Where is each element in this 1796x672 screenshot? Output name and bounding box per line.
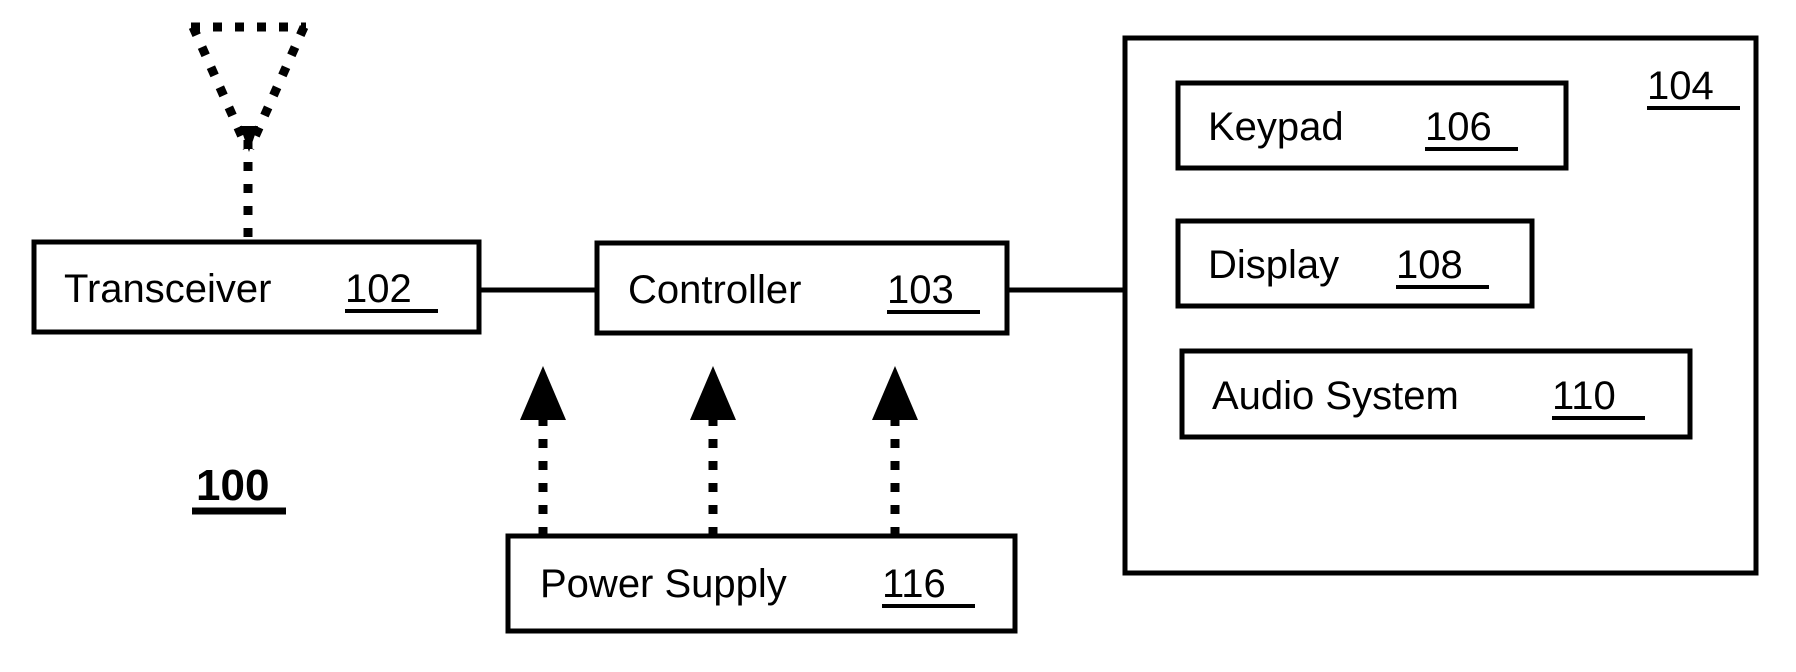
- controller-block[interactable]: Controller 103: [594, 240, 1010, 336]
- audio-system-label: Audio System: [1212, 374, 1459, 418]
- power-arrow-icon-1: [520, 366, 566, 536]
- power-arrow-icon-2: [690, 366, 736, 536]
- power-supply-ref: 116: [882, 562, 946, 606]
- transceiver-label: Transceiver: [64, 267, 271, 311]
- figure-canvas: Transceiver 102 Controller 103 104 Keypa…: [31, 22, 1759, 634]
- keypad-label: Keypad: [1208, 105, 1344, 149]
- audio-system-block[interactable]: Audio System 110: [1179, 348, 1693, 440]
- keypad-ref: 106: [1425, 105, 1492, 149]
- transceiver-ref: 102: [345, 267, 412, 311]
- power-supply-block[interactable]: Power Supply 116: [505, 533, 1018, 634]
- power-arrow-icon-3: [872, 366, 918, 536]
- controller-ref: 103: [887, 268, 954, 312]
- power-supply-label: Power Supply: [540, 562, 787, 606]
- audio-system-ref: 110: [1552, 374, 1616, 418]
- figure-number: 100: [192, 461, 286, 515]
- transceiver-block[interactable]: Transceiver 102: [31, 239, 482, 335]
- display-ref: 108: [1396, 243, 1463, 287]
- figure-number-text: 100: [196, 461, 269, 510]
- controller-label: Controller: [628, 268, 801, 312]
- antenna-icon: [188, 22, 309, 242]
- patent-figure: Transceiver 102 Controller 103 104 Keypa…: [0, 0, 1796, 672]
- keypad-block[interactable]: Keypad 106: [1175, 80, 1569, 171]
- display-label: Display: [1208, 243, 1339, 287]
- display-block[interactable]: Display 108: [1175, 218, 1535, 309]
- user-interface-ref: 104: [1647, 64, 1714, 108]
